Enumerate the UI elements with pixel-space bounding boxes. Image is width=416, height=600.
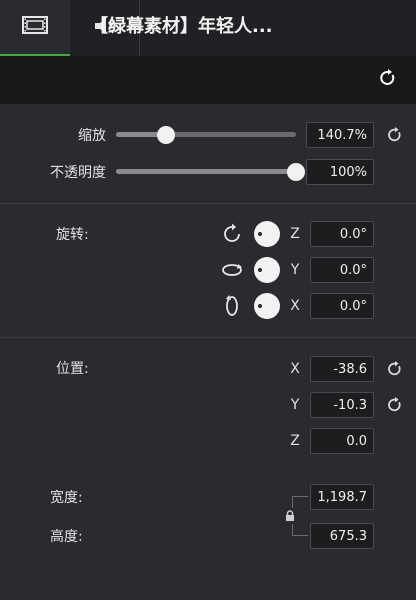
- opacity-slider-handle[interactable]: [287, 163, 305, 181]
- rotation-z-field[interactable]: 0.0°: [310, 221, 374, 247]
- tab-video[interactable]: [0, 0, 70, 56]
- clip-header: [0, 56, 416, 104]
- scale-slider-handle[interactable]: [157, 126, 176, 144]
- rotate-z-icon: [219, 221, 245, 247]
- height-field[interactable]: 675.3: [310, 523, 374, 549]
- position-y-axis: Y: [290, 397, 300, 413]
- rotation-x-field[interactable]: 0.0°: [310, 293, 374, 319]
- position-z-field[interactable]: 0.0: [310, 428, 374, 454]
- lock-icon[interactable]: [282, 508, 298, 524]
- rotation-z-axis: Z: [290, 226, 300, 242]
- width-label: 宽度:: [50, 490, 83, 506]
- clip-title: 【绿幕素材】年轻人...: [90, 16, 273, 37]
- divider: [0, 203, 416, 204]
- height-label: 高度:: [50, 529, 83, 545]
- rotation-y-field[interactable]: 0.0°: [310, 257, 374, 283]
- rotate-x-icon: [219, 293, 245, 319]
- position-y-field[interactable]: -10.3: [310, 392, 374, 418]
- scale-field[interactable]: 140.7%: [306, 122, 374, 148]
- divider: [0, 337, 416, 338]
- rotate-y-dial[interactable]: [254, 257, 280, 283]
- reset-all-button[interactable]: [376, 68, 400, 92]
- rotate-x-dial[interactable]: [254, 293, 280, 319]
- opacity-label: 不透明度: [50, 165, 106, 181]
- position-z-axis: Z: [290, 433, 300, 449]
- position-x-reset-icon[interactable]: [386, 360, 404, 378]
- position-x-axis: X: [290, 361, 300, 377]
- rotation-x-axis: X: [290, 298, 300, 314]
- width-field[interactable]: 1,198.7: [310, 484, 374, 510]
- opacity-slider-fill: [116, 169, 296, 174]
- position-y-reset-icon[interactable]: [386, 396, 404, 414]
- scale-label: 缩放: [78, 128, 106, 144]
- position-label: 位置:: [56, 361, 89, 377]
- opacity-field[interactable]: 100%: [306, 159, 374, 185]
- rotate-z-dial[interactable]: [254, 221, 280, 247]
- rotation-label: 旋转:: [56, 227, 89, 243]
- position-x-field[interactable]: -38.6: [310, 356, 374, 382]
- film-icon: [22, 15, 48, 39]
- reset-icon: [379, 69, 397, 91]
- scale-reset-icon[interactable]: [386, 126, 404, 144]
- rotate-y-icon: [219, 257, 245, 283]
- rotation-y-axis: Y: [290, 262, 300, 278]
